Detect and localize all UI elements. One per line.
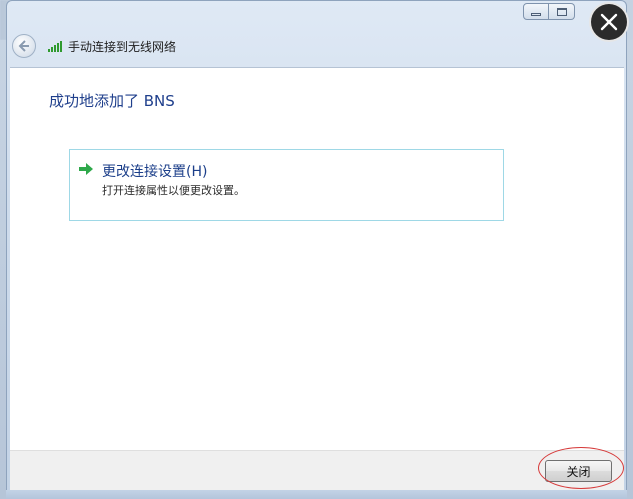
window-bottom-border — [6, 490, 627, 499]
maximize-button[interactable] — [549, 3, 575, 20]
back-arrow-icon — [18, 40, 29, 52]
change-connection-settings-link[interactable]: 更改连接设置(H) 打开连接属性以便更改设置。 — [69, 149, 504, 221]
title-bar: 手动连接到无线网络 — [12, 34, 176, 58]
task-description: 打开连接属性以便更改设置。 — [102, 184, 245, 197]
minimize-icon — [531, 13, 541, 16]
wireless-signal-icon — [48, 40, 63, 52]
caption-buttons — [523, 3, 575, 20]
minimize-button[interactable] — [523, 3, 549, 20]
back-button[interactable] — [12, 34, 36, 58]
page-heading: 成功地添加了 BNS — [49, 92, 175, 110]
close-button[interactable]: 关闭 — [545, 460, 612, 482]
close-x-icon — [600, 13, 618, 31]
screen: 手动连接到无线网络 成功地添加了 BNS 更改连接设置(H) 打开连接属性以便更… — [0, 0, 633, 499]
wizard-footer: 关闭 — [10, 450, 624, 490]
task-title: 更改连接设置(H) — [102, 164, 208, 180]
window-title: 手动连接到无线网络 — [68, 39, 177, 54]
maximize-icon — [556, 7, 567, 16]
wizard-content: 成功地添加了 BNS 更改连接设置(H) 打开连接属性以便更改设置。 — [10, 67, 624, 450]
green-arrow-icon — [79, 163, 93, 175]
window-close-button[interactable] — [591, 4, 627, 40]
